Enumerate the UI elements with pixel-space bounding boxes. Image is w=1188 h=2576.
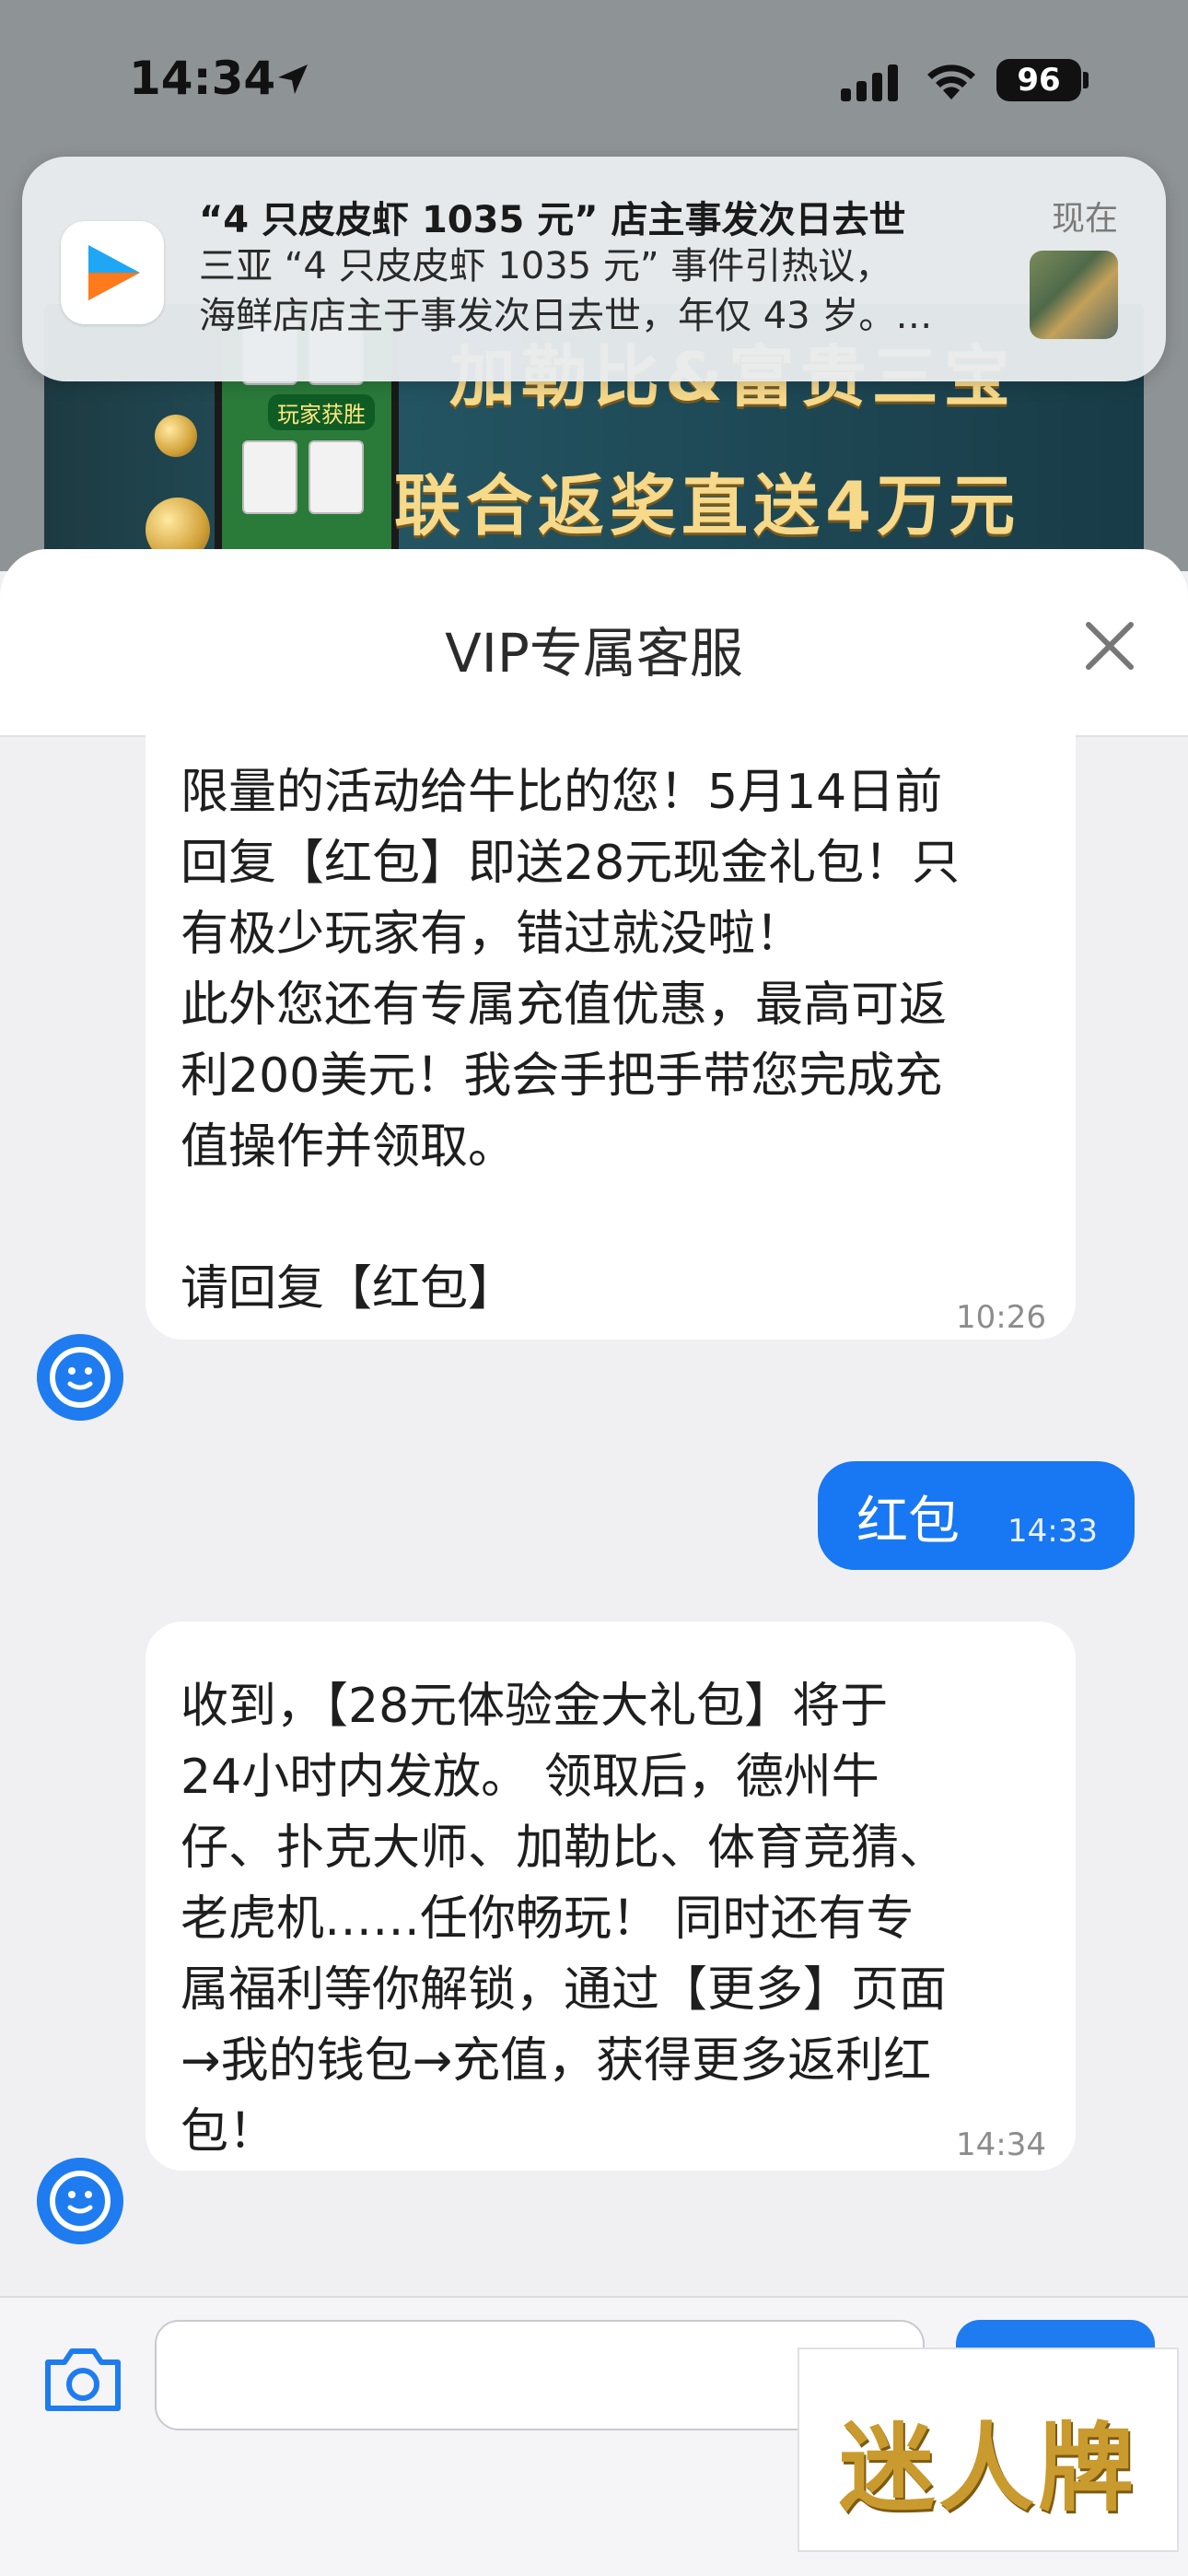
incoming-message: 限量的活动给牛比的您！5月14日前 回复【红包】即送28元现金礼包！只 有极少玩… bbox=[146, 730, 1076, 1340]
wifi-icon bbox=[927, 64, 975, 100]
close-icon[interactable] bbox=[1079, 615, 1140, 676]
message-time: 14:34 bbox=[956, 2126, 1046, 2163]
watermark-logo: 迷人牌 bbox=[798, 2348, 1179, 2552]
agent-avatar-icon bbox=[37, 2158, 123, 2244]
message-line: 值操作并领取。 bbox=[181, 1119, 517, 1175]
message-line: 限量的活动给牛比的您！5月14日前 bbox=[181, 765, 943, 820]
status-time: 14:34 bbox=[129, 52, 276, 105]
notification-body: 三亚 “4 只皮皮虾 1035 元” 事件引热议， 海鲜店店主于事发次日去世，年… bbox=[199, 241, 1009, 341]
message-line: 属福利等你解锁，通过【更多】页面 bbox=[181, 1962, 948, 2018]
message-time: 10:26 bbox=[956, 1299, 1046, 1336]
message-line: 包！ bbox=[181, 2104, 277, 2160]
message-line: →我的钱包→充值，获得更多返利红 bbox=[181, 2033, 932, 2089]
app-play-icon bbox=[88, 245, 140, 300]
watermark-text: 迷人牌 bbox=[838, 2411, 1137, 2524]
outgoing-message: 红包 14:33 bbox=[818, 1461, 1135, 1570]
location-arrow-icon bbox=[278, 64, 308, 94]
banner-headline-2: 联合返奖直送4万元 bbox=[394, 467, 1021, 544]
banner-play-tag: 玩家获胜 bbox=[268, 394, 375, 430]
message-time: 14:33 bbox=[1007, 1513, 1098, 1550]
notification-body-line: 海鲜店店主于事发次日去世，年仅 43 岁。… bbox=[199, 295, 933, 337]
notification-body-line: 三亚 “4 只皮皮虾 1035 元” 事件引热议， bbox=[199, 245, 892, 287]
message-line: 请回复【红包】 bbox=[181, 1261, 517, 1317]
camera-icon[interactable] bbox=[41, 2342, 125, 2416]
incoming-message: 收到，【28元体验金大礼包】将于 24小时内发放。 领取后，德州牛 仔、扑克大师… bbox=[146, 1622, 1076, 2171]
news-notification[interactable]: “4 只皮皮虾 1035 元” 店主事发次日去世 三亚 “4 只皮皮虾 1035… bbox=[22, 157, 1166, 381]
message-line: 收到，【28元体验金大礼包】将于 bbox=[181, 1679, 889, 1734]
banner-coin bbox=[155, 415, 197, 457]
sheet-title: VIP专属客服 bbox=[445, 622, 743, 685]
message-line: 仔、扑克大师、加勒比、体育竞猜、 bbox=[181, 1821, 948, 1876]
notification-title: “4 只皮皮虾 1035 元” 店主事发次日去世 bbox=[199, 199, 906, 241]
notification-time: 现在 bbox=[1051, 200, 1118, 238]
chat-sheet: VIP专属客服 限量的活动给牛比的您！5月14日前 回复【红包】即送28元现金礼… bbox=[0, 549, 1188, 2576]
banner-card bbox=[242, 440, 297, 514]
message-line: 利200美元！我会手把手带您完成充 bbox=[181, 1048, 943, 1104]
signal-icon bbox=[841, 64, 898, 101]
message-text: 红包 bbox=[856, 1492, 960, 1551]
message-line: 回复【红包】即送28元现金礼包！只 bbox=[181, 836, 961, 891]
message-line: 老虎机……任你畅玩！ 同时还有专 bbox=[181, 1891, 914, 1947]
battery-tip bbox=[1083, 72, 1089, 88]
notification-thumbnail bbox=[1030, 251, 1118, 339]
battery-icon: 96 bbox=[996, 59, 1081, 101]
news-app-icon bbox=[61, 221, 164, 324]
banner-card bbox=[309, 440, 364, 514]
message-line: 有极少玩家有，错过就没啦！ bbox=[181, 907, 804, 962]
message-line: 此外您还有专属充值优惠，最高可返 bbox=[181, 978, 948, 1033]
agent-avatar-icon bbox=[37, 1334, 123, 1421]
message-line: 24小时内发放。 领取后，德州牛 bbox=[181, 1750, 879, 1805]
sheet-header: VIP专属客服 bbox=[0, 549, 1188, 737]
